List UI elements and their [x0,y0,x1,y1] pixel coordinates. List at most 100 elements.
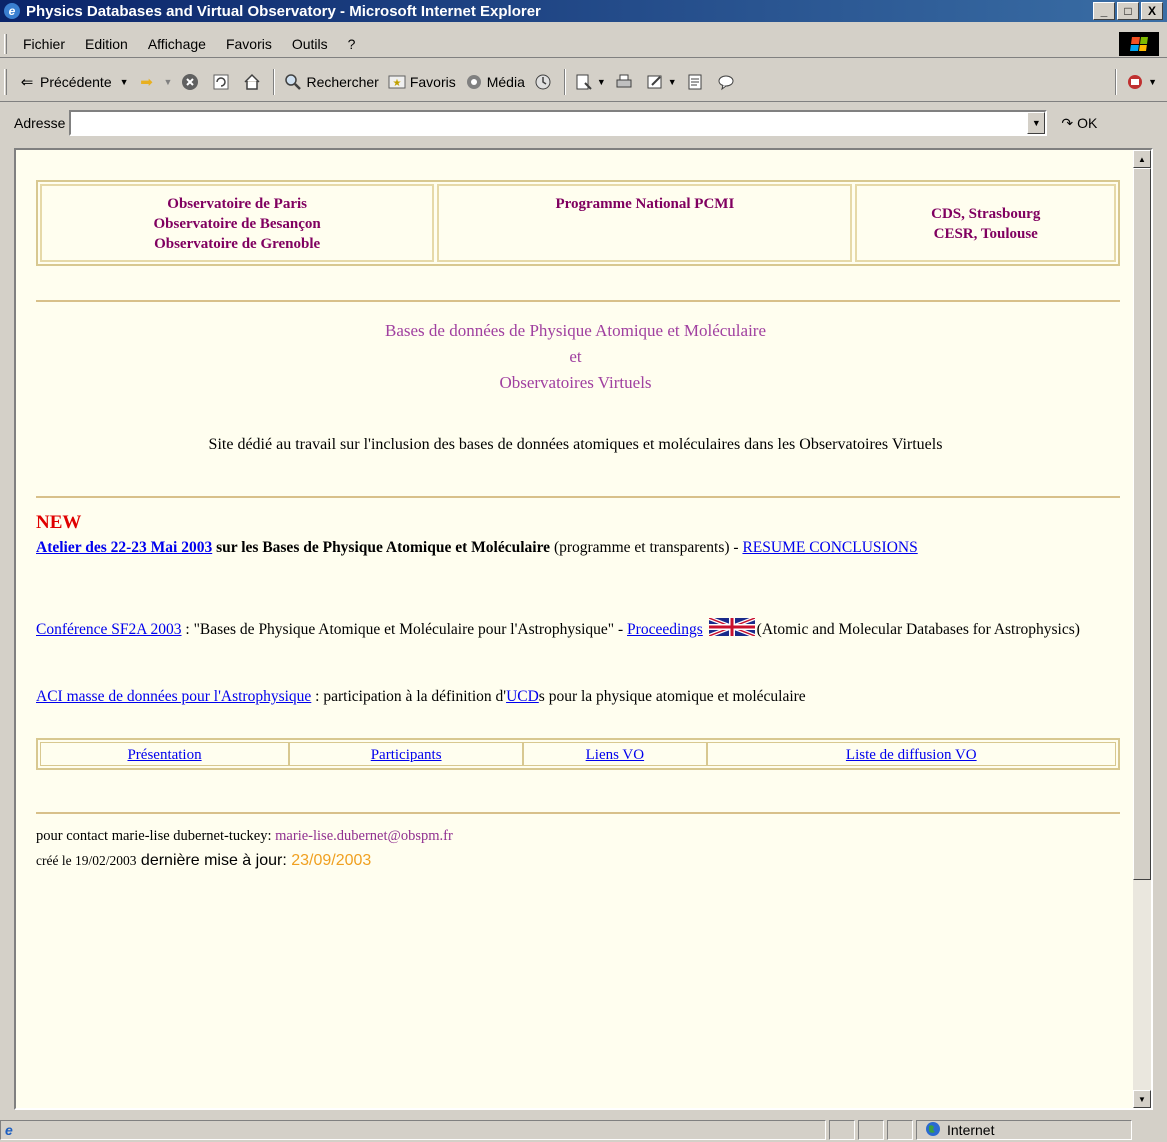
title-line-2: et [569,347,582,366]
address-dropdown-icon[interactable]: ▼ [1027,112,1046,134]
stop-button[interactable] [176,72,207,92]
print-button[interactable] [610,72,641,92]
print-icon [614,72,634,92]
divider [36,812,1120,814]
page-status-icon: e [5,1122,13,1138]
search-button[interactable]: Rechercher [279,72,382,92]
vertical-scrollbar[interactable]: ▲ ▼ [1133,150,1151,1108]
dates-line: créé le 19/02/2003 dernière mise à jour:… [36,852,371,870]
news-item-aci: ACI masse de données pour l'Astrophysiqu… [36,688,1126,706]
nav-presentation-link[interactable]: Présentation [127,747,201,763]
menu-edition[interactable]: Edition [75,36,138,52]
aci-link[interactable]: ACI masse de données pour l'Astrophysiqu… [36,688,311,705]
media-button[interactable]: Média [460,72,529,92]
uk-flag-icon[interactable] [707,616,756,643]
translate-dropdown-icon[interactable]: ▼ [1148,77,1157,87]
address-label: Adresse [14,115,66,131]
toolbar-grip[interactable] [4,68,7,95]
menubar-grip[interactable] [4,33,7,54]
history-button[interactable] [529,72,560,92]
favorites-button[interactable]: ★ Favoris [383,72,460,92]
zone-label: Internet [947,1122,995,1138]
resume-conclusions-link[interactable]: RESUME CONCLUSIONS [742,539,917,556]
nav-participants-link[interactable]: Participants [371,747,442,763]
atelier-link[interactable]: Atelier des 22-23 Mai 2003 [36,539,212,556]
back-dropdown-icon[interactable]: ▼ [120,77,129,87]
media-icon [464,72,484,92]
status-bar: e Internet [0,1118,1167,1142]
browser-viewport[interactable]: Observatoire de Paris Observatoire de Be… [14,148,1153,1110]
close-button[interactable]: X [1141,2,1163,20]
mail-dropdown-icon[interactable]: ▼ [597,77,606,87]
address-input[interactable]: ▼ [69,110,1048,136]
institution-paris: Observatoire de Paris [167,196,307,212]
mail-icon [574,72,594,92]
minimize-button[interactable]: _ [1093,2,1115,20]
home-icon [242,72,262,92]
messenger-icon [716,72,736,92]
institutions-center-cell: Programme National PCMI [437,184,853,262]
menu-fichier[interactable]: Fichier [13,36,75,52]
edit-button[interactable]: ▼ [641,72,681,92]
go-arrow-icon: ↷ [1061,114,1074,131]
news-item-sf2a: Conférence SF2A 2003 : "Bases de Physiqu… [36,616,1126,643]
nav-diffusion-link[interactable]: Liste de diffusion VO [846,747,977,763]
page-subtitle: Site dédié au travail sur l'inclusion de… [208,436,943,453]
forward-button[interactable]: ➡ ▼ [133,72,177,92]
refresh-button[interactable] [207,72,238,92]
menu-outils[interactable]: Outils [282,36,338,52]
web-page: Observatoire de Paris Observatoire de Be… [16,150,1135,1108]
divider [36,496,1120,498]
mail-button[interactable]: ▼ [570,72,610,92]
title-line-3: Observatoires Virtuels [499,373,652,392]
favorites-label: Favoris [409,73,456,90]
window-title-bar[interactable]: e Physics Databases and Virtual Observat… [0,0,1167,22]
menu-affichage[interactable]: Affichage [138,36,216,52]
updated-label: dernière mise à jour: [136,852,292,869]
discuss-button[interactable] [681,72,712,92]
windows-logo-icon [1119,31,1159,56]
edit-dropdown-icon[interactable]: ▼ [668,77,677,87]
menu-favoris[interactable]: Favoris [216,36,282,52]
status-segment [887,1120,913,1140]
home-button[interactable] [238,72,269,92]
news-item-atelier: Atelier des 22-23 Mai 2003 sur les Bases… [36,538,1126,558]
divider [36,300,1120,302]
atelier-bold-text: sur les Bases de Physique Atomique et Mo… [212,539,551,556]
maximize-button[interactable]: □ [1117,2,1139,20]
sf2a-link[interactable]: Conférence SF2A 2003 [36,621,182,638]
forward-dropdown-icon[interactable]: ▼ [164,77,173,87]
contact-email[interactable]: marie-lise.dubernet@obspm.fr [275,828,453,844]
history-icon [533,72,553,92]
ie-icon: e [4,3,20,19]
favorites-icon: ★ [387,72,407,92]
proceedings-link[interactable]: Proceedings [627,621,703,638]
sf2a-text-2: (Atomic and Molecular Databases for Astr… [756,621,1080,638]
scroll-up-icon[interactable]: ▲ [1133,150,1151,168]
refresh-icon [211,72,231,92]
institutions-left-cell: Observatoire de Paris Observatoire de Be… [40,184,435,262]
search-icon [283,72,303,92]
messenger-button[interactable] [712,72,743,92]
navigation-table: Présentation Participants Liens VO Liste… [36,738,1120,770]
menu-help[interactable]: ? [338,36,366,52]
go-button[interactable]: ↷ OK [1061,115,1097,132]
svg-text:★: ★ [392,78,401,89]
nav-cell-participants: Participants [289,742,524,766]
scroll-down-icon[interactable]: ▼ [1133,1090,1151,1108]
translate-button[interactable]: ▼ [1121,72,1167,92]
status-segment [858,1120,884,1140]
institutions-table: Observatoire de Paris Observatoire de Be… [36,180,1120,266]
globe-icon [925,1121,941,1140]
back-button[interactable]: ⇐ Précédente ▼ [13,72,133,92]
toolbar-separator [273,68,276,95]
contact-line: pour contact marie-lise dubernet-tuckey:… [36,828,453,845]
scrollbar-thumb[interactable] [1133,168,1151,880]
back-label: Précédente [40,73,112,90]
nav-liens-vo-link[interactable]: Liens VO [586,747,644,763]
aci-text-2: s pour la physique atomique et moléculai… [538,688,806,705]
toolbar-separator [1115,68,1118,95]
media-label: Média [486,73,525,90]
status-segment [829,1120,855,1140]
ucd-link[interactable]: UCD [506,688,539,705]
